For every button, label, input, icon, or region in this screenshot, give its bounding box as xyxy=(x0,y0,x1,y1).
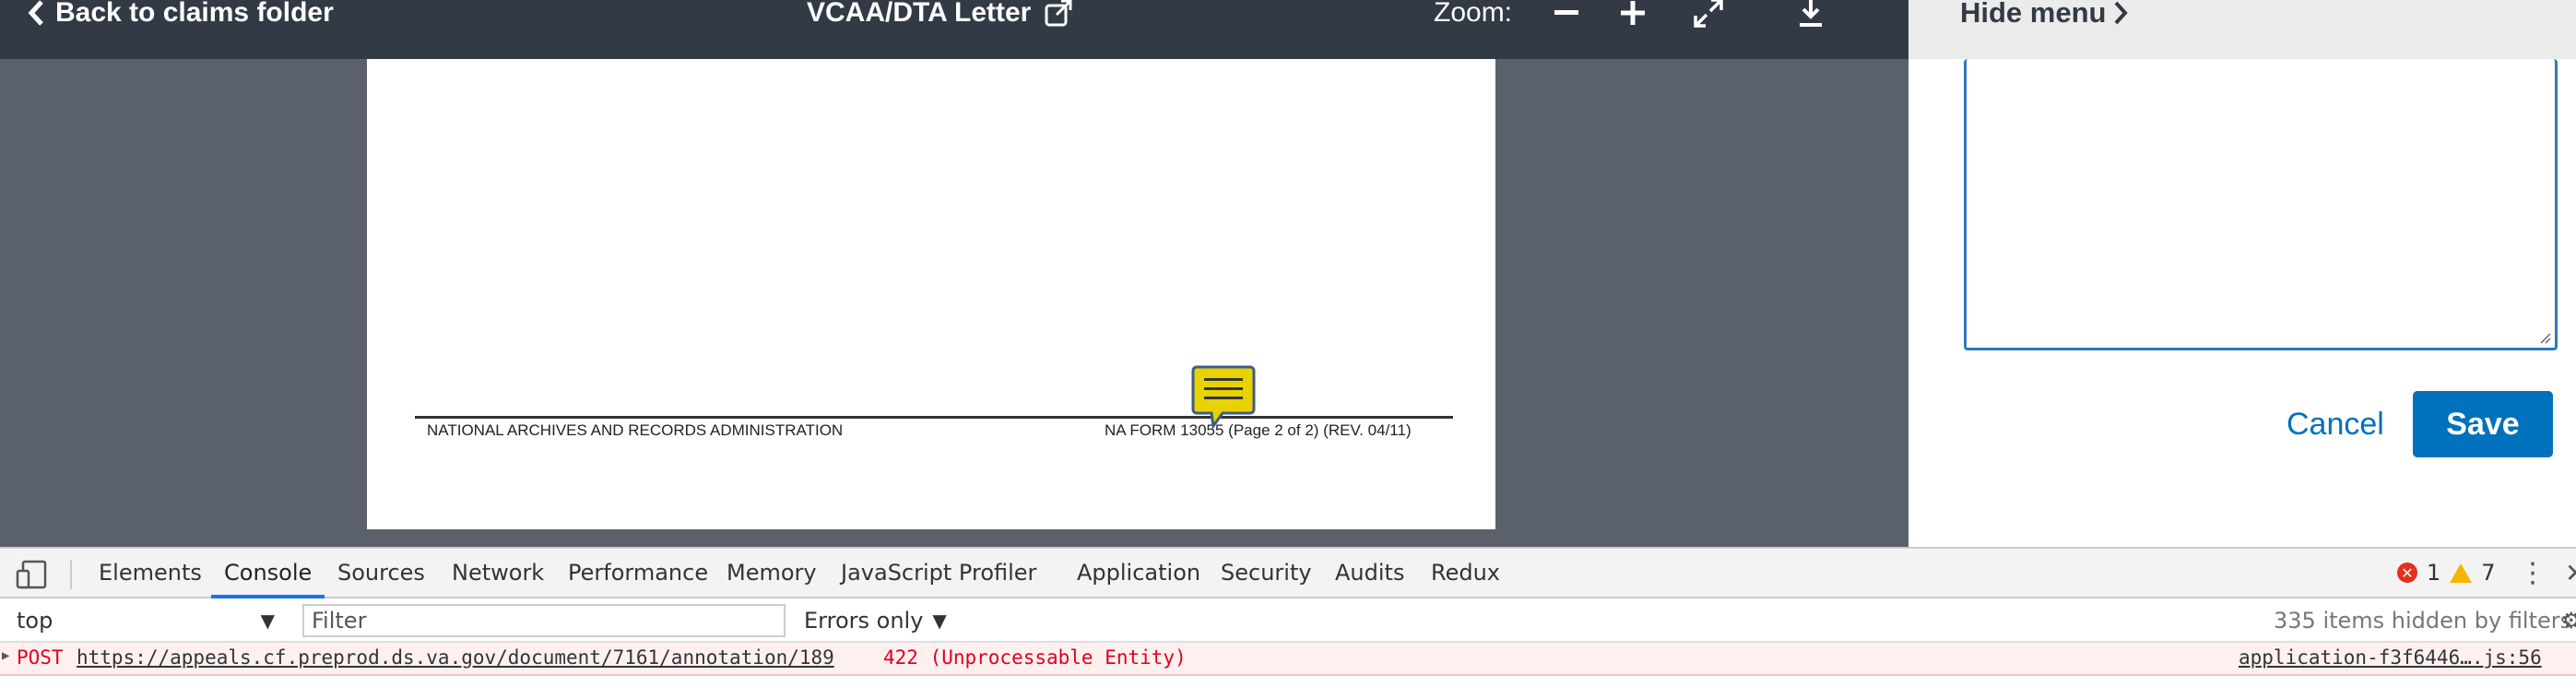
devtools-tab-bar: Elements Console Sources Network Perform… xyxy=(0,547,2576,598)
sidebar: Hide menu Cancel Save xyxy=(1908,0,2576,547)
sidebar-header: Hide menu xyxy=(1908,0,2576,59)
save-button[interactable]: Save xyxy=(2413,391,2553,457)
zoom-label: Zoom: xyxy=(1434,0,1513,28)
log-levels-label: Errors only xyxy=(804,608,924,634)
tab-redux[interactable]: Redux xyxy=(1431,549,1500,597)
tab-console[interactable]: Console xyxy=(210,549,325,598)
console-toolbar: top ▼ Errors only ▼ 335 items hidden by … xyxy=(0,598,2576,643)
page-footer-rule xyxy=(415,416,1453,419)
tab-performance[interactable]: Performance xyxy=(568,549,708,597)
tab-javascript-profiler[interactable]: JavaScript Profiler xyxy=(841,549,1036,597)
dropdown-arrow-icon: ▼ xyxy=(260,610,275,632)
comment-pin[interactable] xyxy=(1191,363,1256,430)
console-settings-icon[interactable]: ⚙ xyxy=(2561,604,2576,637)
close-devtools-icon[interactable]: ✕ xyxy=(2565,549,2576,597)
more-options-icon[interactable]: ⋮ xyxy=(2519,549,2546,597)
tab-application[interactable]: Application xyxy=(1077,549,1200,597)
external-link-icon xyxy=(1045,0,1072,27)
dropdown-arrow-icon: ▼ xyxy=(932,610,947,632)
error-count: 1 xyxy=(2427,560,2441,586)
pdf-viewer: Back to claims folder VCAA/DTA Letter Zo… xyxy=(0,0,1908,547)
request-method: POST xyxy=(17,646,64,669)
tab-memory[interactable]: Memory xyxy=(727,549,817,597)
back-link-label: Back to claims folder xyxy=(55,0,334,28)
response-status: 422 (Unprocessable Entity) xyxy=(883,646,1187,669)
error-icon: ✕ xyxy=(2397,563,2417,583)
hidden-items-count: 335 items hidden by filters xyxy=(2274,608,2572,634)
tab-sources[interactable]: Sources xyxy=(337,549,425,597)
chevron-left-icon xyxy=(28,0,43,26)
page-footer-right: NA FORM 13055 (Page 2 of 2) (REV. 04/11) xyxy=(1105,421,1412,439)
tab-security[interactable]: Security xyxy=(1221,549,1312,597)
source-location-link[interactable]: application-f3f6446….js:56 xyxy=(2239,646,2542,669)
tab-audits[interactable]: Audits xyxy=(1335,549,1404,597)
hide-menu-label: Hide menu xyxy=(1960,0,2107,29)
warning-count: 7 xyxy=(2481,560,2496,586)
expand-arrow-icon[interactable]: ▶ xyxy=(2,648,9,663)
download-button[interactable] xyxy=(1788,0,1834,33)
viewer-toolbar: Back to claims folder VCAA/DTA Letter Zo… xyxy=(0,0,1908,59)
tab-network[interactable]: Network xyxy=(452,549,544,597)
document-page: NATIONAL ARCHIVES AND RECORDS ADMINISTRA… xyxy=(367,59,1495,529)
document-title: VCAA/DTA Letter xyxy=(807,0,1032,28)
issue-counts[interactable]: ✕ 1 7 xyxy=(2397,549,2496,597)
device-toolbar-icon[interactable] xyxy=(15,560,48,589)
chevron-right-icon xyxy=(2114,1,2129,25)
page-footer-left: NATIONAL ARCHIVES AND RECORDS ADMINISTRA… xyxy=(427,421,844,439)
zoom-in-icon xyxy=(1621,1,1645,25)
request-url-link[interactable]: https://appeals.cf.preprod.ds.va.gov/doc… xyxy=(77,646,834,669)
tab-elements[interactable]: Elements xyxy=(99,549,202,597)
zoom-out-icon xyxy=(1554,10,1578,15)
hide-menu-button[interactable]: Hide menu xyxy=(1960,0,2129,33)
devtools-panel: Elements Console Sources Network Perform… xyxy=(0,547,2576,699)
cancel-button[interactable]: Cancel xyxy=(2286,391,2384,457)
console-error-message[interactable]: ▶ POST https://appeals.cf.preprod.ds.va.… xyxy=(0,643,2576,676)
console-filter-input[interactable] xyxy=(302,604,786,637)
zoom-out-button[interactable] xyxy=(1543,0,1589,33)
document-reader: Back to claims folder VCAA/DTA Letter Zo… xyxy=(0,0,2576,547)
fullscreen-button[interactable] xyxy=(1685,0,1731,33)
tab-separator xyxy=(70,560,72,589)
warning-icon xyxy=(2450,563,2473,583)
comment-icon xyxy=(1191,365,1256,430)
resize-grip-icon[interactable] xyxy=(2536,329,2551,344)
log-levels-dropdown[interactable]: Errors only ▼ xyxy=(804,604,947,637)
context-value: top xyxy=(17,608,53,634)
zoom-in-button[interactable] xyxy=(1610,0,1656,33)
fullscreen-icon xyxy=(1694,0,1723,28)
document-title-link[interactable]: VCAA/DTA Letter xyxy=(807,0,1073,33)
comment-textarea[interactable] xyxy=(1964,59,2558,350)
back-to-claims-folder-link[interactable]: Back to claims folder xyxy=(28,0,334,33)
context-selector[interactable]: top ▼ xyxy=(17,604,275,637)
download-icon xyxy=(1800,0,1822,27)
